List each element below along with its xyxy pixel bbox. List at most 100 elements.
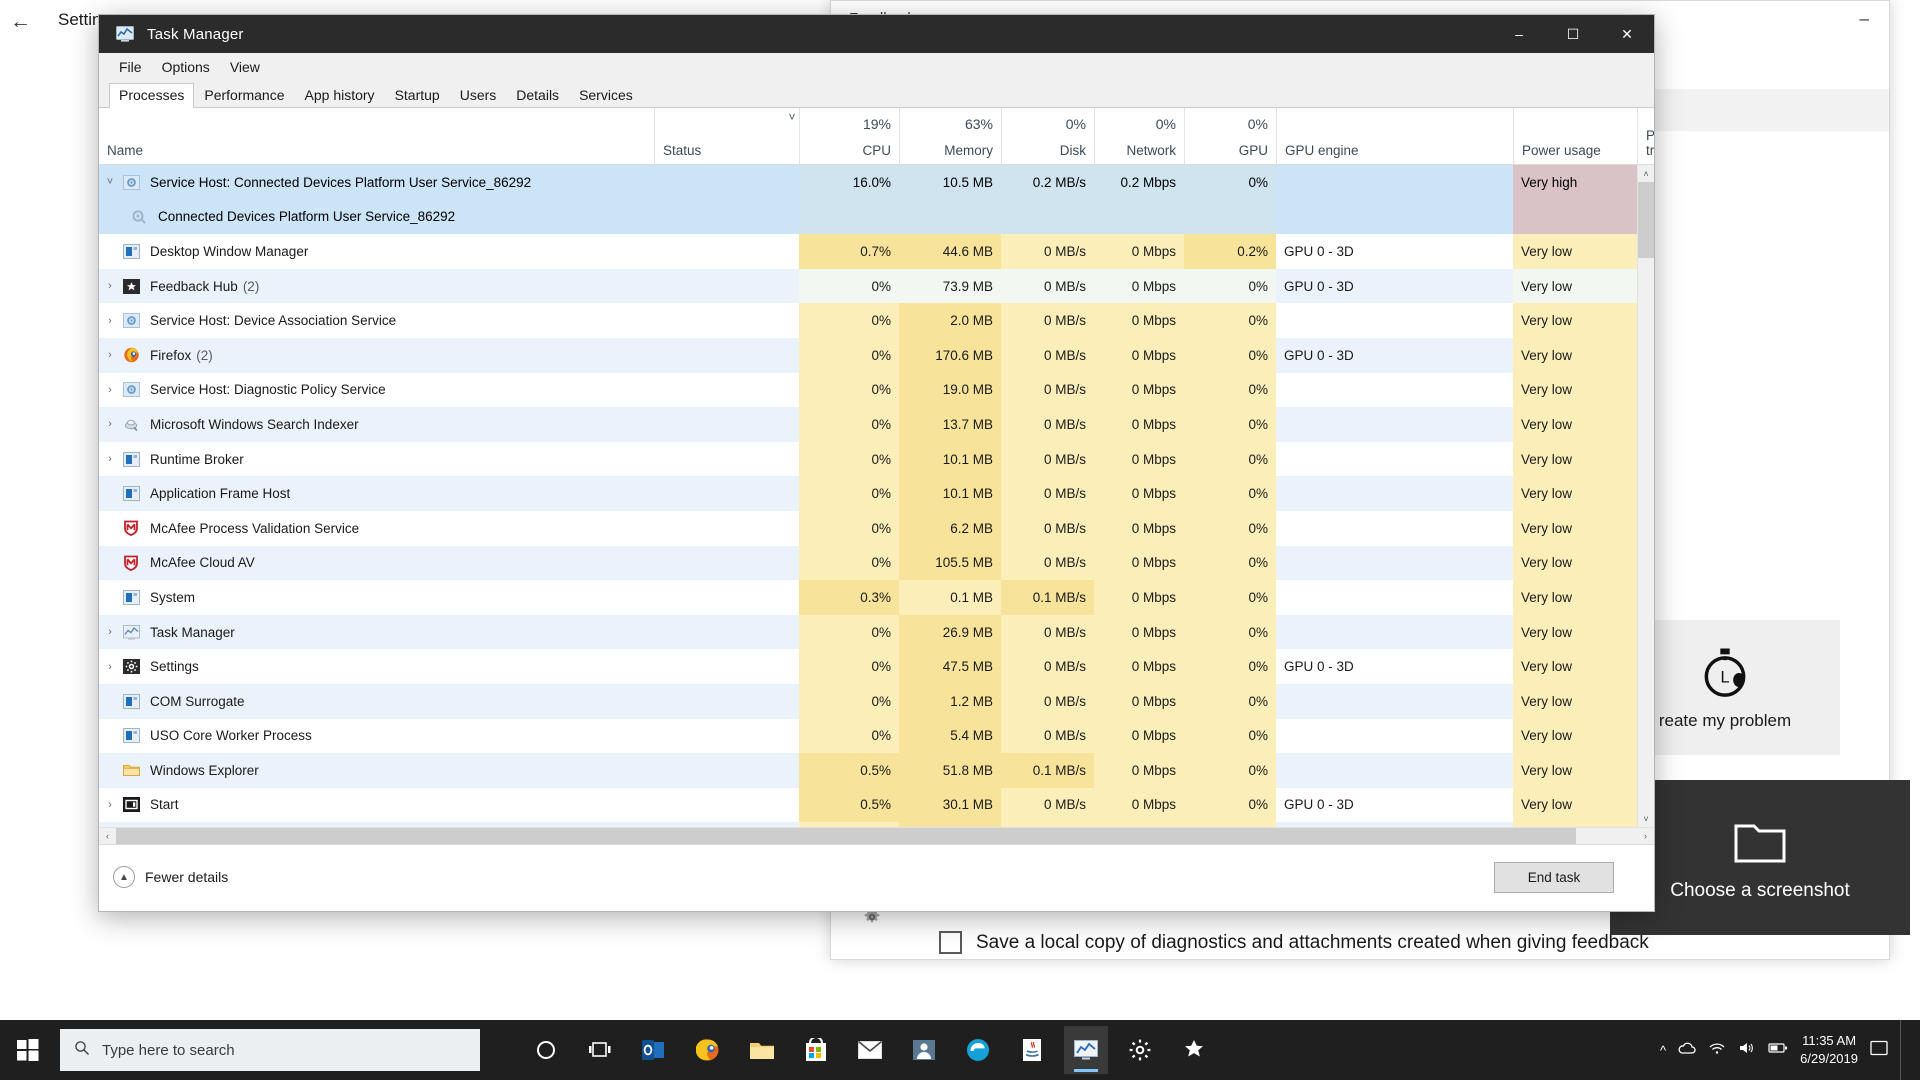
taskbar-settings-icon[interactable]	[1118, 1026, 1162, 1074]
fewer-details-button[interactable]: ▲ Fewer details	[113, 866, 228, 888]
horizontal-scroll-track[interactable]	[116, 828, 1637, 845]
scroll-right-button[interactable]: ›	[1637, 828, 1654, 845]
menu-item-file[interactable]: File	[109, 56, 152, 78]
battery-icon[interactable]	[1768, 1041, 1788, 1060]
table-row[interactable]: ›Firefox(2)0%170.6 MB0 MB/s0 Mbps0%GPU 0…	[99, 338, 1637, 373]
show-hidden-icons-chevron[interactable]: ^	[1660, 1043, 1666, 1058]
choose-a-screenshot-tile[interactable]: Choose a screenshot	[1610, 780, 1910, 935]
taskbar-people-app-icon[interactable]	[902, 1026, 946, 1074]
chevron-right-icon[interactable]: ›	[99, 626, 121, 638]
table-row[interactable]: ›Service Host: Remote Procedure Call(2)0…	[99, 822, 1637, 827]
column-header-memory[interactable]: 63%Memory	[899, 108, 1001, 164]
column-headers[interactable]: NameStatus19%˅CPU63%Memory0%Disk0%Networ…	[99, 108, 1654, 165]
horizontal-scrollbar[interactable]: ‹ ›	[99, 827, 1654, 844]
chevron-right-icon[interactable]: ›	[99, 453, 121, 465]
table-row[interactable]: ›Runtime Broker0%10.1 MB0 MB/s0 Mbps0%Ve…	[99, 442, 1637, 477]
process-name-cell[interactable]: McAfee Process Validation Service	[99, 511, 654, 546]
process-name-cell[interactable]: Connected Devices Platform User Service_…	[99, 200, 654, 235]
tab-performance[interactable]: Performance	[194, 83, 294, 108]
chevron-right-icon[interactable]: ›	[99, 349, 121, 361]
process-name-cell[interactable]: ›Microsoft Windows Search Indexer	[99, 407, 654, 442]
taskbar-cortana-icon[interactable]	[524, 1026, 568, 1074]
table-row[interactable]: ›Service Host: Diagnostic Policy Service…	[99, 373, 1637, 408]
process-name-cell[interactable]: ›Firefox(2)	[99, 338, 654, 373]
table-row[interactable]: Connected Devices Platform User Service_…	[99, 200, 1637, 235]
taskbar-outlook-icon[interactable]	[632, 1026, 676, 1074]
scroll-up-button[interactable]: ˄	[1638, 165, 1655, 182]
end-task-button[interactable]: End task	[1494, 862, 1614, 893]
clock[interactable]: 11:35 AM 6/29/2019	[1800, 1032, 1858, 1067]
windows-start-icon[interactable]	[0, 1020, 56, 1080]
scroll-down-button[interactable]: ˅	[1638, 810, 1655, 827]
taskbar-task-view-icon[interactable]	[578, 1026, 622, 1074]
column-header-gpu-engine[interactable]: GPU engine	[1276, 108, 1513, 164]
chevron-right-icon[interactable]: ›	[99, 661, 121, 673]
process-name-cell[interactable]: System	[99, 580, 654, 615]
table-row[interactable]: ˅Service Host: Connected Devices Platfor…	[99, 165, 1637, 200]
vertical-scroll-track[interactable]	[1638, 182, 1655, 810]
tab-services[interactable]: Services	[569, 83, 643, 108]
chevron-right-icon[interactable]: ›	[99, 799, 121, 811]
tab-processes[interactable]: Processes	[109, 83, 194, 108]
table-row[interactable]: ›Settings0%47.5 MB0 MB/s0 Mbps0%GPU 0 - …	[99, 649, 1637, 684]
back-arrow-icon[interactable]: ←	[10, 10, 31, 34]
minimize-button[interactable]: –	[1492, 15, 1546, 53]
process-name-cell[interactable]: ›Service Host: Remote Procedure Call(2)	[99, 822, 654, 827]
table-row[interactable]: ›Microsoft Windows Search Indexer0%13.7 …	[99, 407, 1637, 442]
table-row[interactable]: USO Core Worker Process0%5.4 MB0 MB/s0 M…	[99, 719, 1637, 754]
table-row[interactable]: McAfee Cloud AV0%105.5 MB0 MB/s0 Mbps0%V…	[99, 546, 1637, 581]
chevron-right-icon[interactable]: ›	[99, 315, 121, 327]
close-button[interactable]: ✕	[1600, 15, 1654, 53]
column-header-name[interactable]: Name	[99, 108, 654, 164]
taskbar-microsoft-store-icon[interactable]	[794, 1026, 838, 1074]
column-header-power-usage[interactable]: Power usage	[1513, 108, 1637, 164]
tab-details[interactable]: Details	[506, 83, 569, 108]
vertical-scroll-thumb[interactable]	[1638, 182, 1655, 258]
table-row[interactable]: Desktop Window Manager0.7%44.6 MB0 MB/s0…	[99, 234, 1637, 269]
column-header-disk[interactable]: 0%Disk	[1001, 108, 1094, 164]
process-name-cell[interactable]: ›Start	[99, 788, 654, 823]
process-name-cell[interactable]: ›Task Manager	[99, 615, 654, 650]
table-row[interactable]: ›Service Host: Device Association Servic…	[99, 303, 1637, 338]
scroll-left-button[interactable]: ‹	[99, 828, 116, 845]
chevron-right-icon[interactable]: ›	[99, 280, 121, 292]
save-local-copy-checkbox[interactable]	[939, 931, 962, 954]
tab-app-history[interactable]: App history	[295, 83, 385, 108]
chevron-down-icon[interactable]: ˅	[99, 176, 121, 188]
menu-item-options[interactable]: Options	[152, 56, 220, 78]
process-list[interactable]: ˅Service Host: Connected Devices Platfor…	[99, 165, 1654, 827]
chevron-right-icon[interactable]: ›	[99, 384, 121, 396]
column-header-power-usage-tr[interactable]: Power usage tr	[1637, 108, 1654, 164]
action-center-icon[interactable]	[1870, 1040, 1888, 1061]
process-name-cell[interactable]: USO Core Worker Process	[99, 719, 654, 754]
tab-users[interactable]: Users	[450, 83, 507, 108]
column-header-network[interactable]: 0%Network	[1094, 108, 1184, 164]
search-box[interactable]: Type here to search	[60, 1029, 480, 1071]
taskbar-file-explorer-icon[interactable]	[740, 1026, 784, 1074]
table-row[interactable]: ›Task Manager0%26.9 MB0 MB/s0 Mbps0%Very…	[99, 615, 1637, 650]
taskbar-mail-icon[interactable]	[848, 1026, 892, 1074]
horizontal-scroll-thumb[interactable]	[116, 828, 1576, 845]
process-name-cell[interactable]: ›Runtime Broker	[99, 442, 654, 477]
taskbar-java-icon[interactable]	[1010, 1026, 1054, 1074]
column-header-gpu[interactable]: 0%GPU	[1184, 108, 1276, 164]
table-row[interactable]: COM Surrogate0%1.2 MB0 MB/s0 Mbps0%Very …	[99, 684, 1637, 719]
process-name-cell[interactable]: ›Settings	[99, 649, 654, 684]
task-manager-titlebar[interactable]: Task Manager – ☐ ✕	[99, 15, 1654, 53]
column-header-cpu[interactable]: 19%˅CPU	[799, 108, 899, 164]
process-name-cell[interactable]: Application Frame Host	[99, 476, 654, 511]
feedback-hub-minimize-button[interactable]: –	[1860, 9, 1869, 29]
process-name-cell[interactable]: ›Service Host: Device Association Servic…	[99, 303, 654, 338]
tab-bar[interactable]: ProcessesPerformanceApp historyStartupUs…	[99, 81, 1654, 108]
chevron-right-icon[interactable]: ›	[99, 418, 121, 430]
taskbar-firefox-icon[interactable]	[686, 1026, 730, 1074]
process-name-cell[interactable]: COM Surrogate	[99, 684, 654, 719]
process-name-cell[interactable]: ›Service Host: Diagnostic Policy Service	[99, 373, 654, 408]
task-manager-window[interactable]: Task Manager – ☐ ✕ FileOptionsView Proce…	[98, 14, 1655, 912]
process-name-cell[interactable]: McAfee Cloud AV	[99, 546, 654, 581]
process-name-cell[interactable]: Desktop Window Manager	[99, 234, 654, 269]
taskbar[interactable]: Type here to search ^	[0, 1020, 1920, 1080]
taskbar-edge-icon[interactable]	[956, 1026, 1000, 1074]
maximize-button[interactable]: ☐	[1546, 15, 1600, 53]
table-row[interactable]: ›Start0.5%30.1 MB0 MB/s0 Mbps0%GPU 0 - 3…	[99, 788, 1637, 823]
